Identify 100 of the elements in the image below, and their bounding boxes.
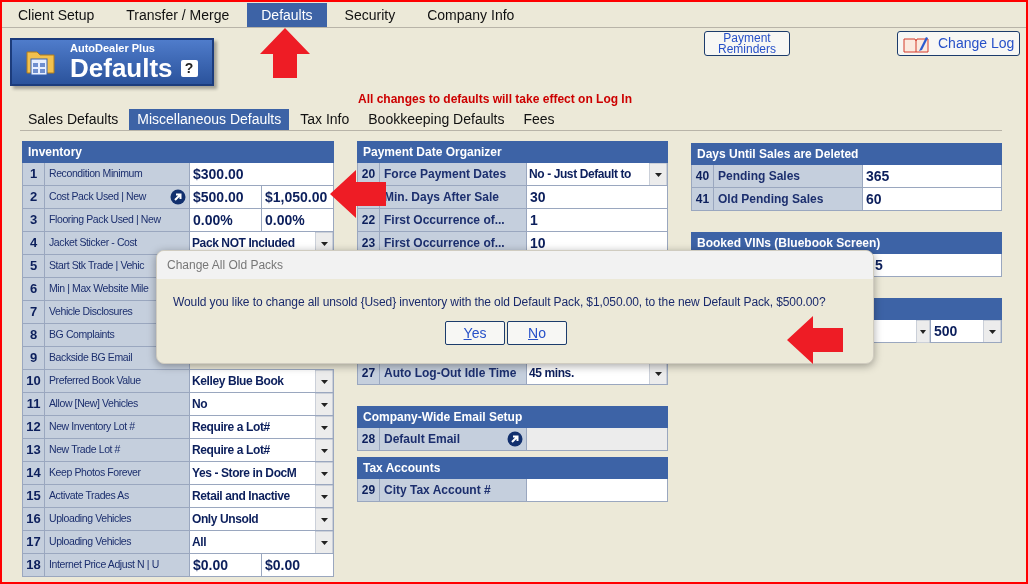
sub-tab[interactable]: Tax Info <box>292 109 358 130</box>
dropdown-field[interactable]: Require a Lot# <box>190 416 334 438</box>
dropdown-field[interactable]: 45 mins. <box>527 362 668 384</box>
row-label: Auto Log-Out Idle Time <box>384 365 517 382</box>
caret-icon <box>315 462 333 484</box>
sub-tab[interactable]: Miscellaneous Defaults <box>129 109 290 130</box>
page-title: Defaults <box>70 55 173 81</box>
row-label: Old Pending Sales <box>718 191 824 208</box>
row-number: 40 <box>691 165 714 187</box>
dropdown-field[interactable]: 500 <box>931 320 1002 342</box>
section-title: Days Until Sales are Deleted <box>697 146 859 163</box>
row-number: 28 <box>357 428 380 450</box>
row-number: 18 <box>22 554 45 576</box>
tab[interactable]: Company Info <box>413 3 529 27</box>
dropdown-field[interactable]: All <box>190 531 334 553</box>
row-number: 8 <box>22 324 45 346</box>
value-field[interactable]: $1,050.00 <box>262 186 334 208</box>
section-title: Payment Date Organizer <box>363 144 502 161</box>
dropdown-field[interactable]: Yes - Store in DocM <box>190 462 334 484</box>
dropdown-field[interactable]: Retail and Inactive <box>190 485 334 507</box>
row-label: Pending Sales <box>718 168 801 185</box>
row-number: 14 <box>22 462 45 484</box>
dropdown-field[interactable]: No - Just Default to <box>527 163 668 185</box>
arrow-icon <box>787 316 843 364</box>
value-field[interactable] <box>527 428 668 450</box>
tab[interactable]: Transfer / Merge <box>112 3 244 27</box>
row-number: 4 <box>22 232 45 254</box>
row-label: Start Stk Trade | Vehic <box>49 258 145 274</box>
value-field[interactable]: 365 <box>863 165 1002 187</box>
caret-icon <box>315 485 333 507</box>
value-field[interactable]: $0.00 <box>262 554 334 576</box>
dropdown-field[interactable]: No <box>190 393 334 415</box>
row-label: Uploading Vehicles <box>49 534 132 550</box>
row-number: 41 <box>691 188 714 210</box>
caret-icon <box>315 416 333 438</box>
value-field[interactable] <box>527 479 668 501</box>
tab[interactable]: Defaults <box>247 3 327 27</box>
dialog-button[interactable]: No <box>507 321 567 345</box>
row-number: 10 <box>22 370 45 392</box>
dialog-message: Would you like to change all unsold {Used} inventory with the old Default Pack, $1,050.00, to the new Default Pack, $500.00? <box>173 294 827 311</box>
row-number: 17 <box>22 531 45 553</box>
row-number: 2 <box>22 186 45 208</box>
row-label: Min | Max Website Mile <box>49 281 149 297</box>
row-label: City Tax Account # <box>384 482 491 499</box>
row-label: Vehicle Disclosures <box>49 304 133 320</box>
value-field[interactable]: $0.00 <box>190 554 262 576</box>
button-label: Change Log <box>938 34 1015 53</box>
caret-icon <box>649 163 667 185</box>
row-label: Keep Photos Forever <box>49 465 141 481</box>
value-field[interactable]: 1 <box>527 209 668 231</box>
caret-icon <box>916 320 930 343</box>
row-label: Flooring Pack Used | New <box>49 212 161 228</box>
sub-tab[interactable]: Fees <box>515 109 563 130</box>
section-title: Booked VINs (Bluebook Screen) <box>697 235 881 252</box>
row-label: Recondition Minimum <box>49 166 143 182</box>
sub-tab[interactable]: Bookkeeping Defaults <box>360 109 513 130</box>
dialog-title: Change All Old Packs <box>167 257 284 274</box>
caret-icon <box>649 362 667 384</box>
value-field[interactable]: 0.00% <box>262 209 334 231</box>
dropdown-field[interactable]: Require a Lot# <box>190 439 334 461</box>
row-number: 9 <box>22 347 45 369</box>
row-number: 27 <box>357 362 380 384</box>
section-title: Inventory <box>28 144 82 161</box>
row-number: 11 <box>22 393 45 415</box>
tab[interactable]: Client Setup <box>4 3 109 27</box>
payment-reminders-button[interactable]: Payment Reminders <box>704 31 790 56</box>
row-number: 1 <box>22 163 45 185</box>
change-log-button[interactable]: Change Log <box>897 31 1020 56</box>
row-label: Force Payment Dates <box>384 166 507 183</box>
row-label: BG Complaints <box>49 327 115 343</box>
notice-text: All changes to defaults will take effect on Log In <box>358 91 634 108</box>
caret-icon <box>315 508 333 530</box>
sub-tab[interactable]: Sales Defaults <box>20 109 127 130</box>
dropdown-field[interactable]: Kelley Blue Book <box>190 370 334 392</box>
row-number: 22 <box>357 209 380 231</box>
row-label: Backside BG Email <box>49 350 133 366</box>
row-label: First Occurrence of... <box>384 235 505 252</box>
row-label: Allow [New] Vehicles <box>49 396 138 412</box>
row-label: Preferred Book Value <box>49 373 141 389</box>
row-number: 3 <box>22 209 45 231</box>
row-label: Activate Trades As <box>49 488 129 504</box>
row-label: First Occurrence of... <box>384 212 505 229</box>
dropdown-field[interactable]: Only Unsold <box>190 508 334 530</box>
row-label: Cost Pack Used | New <box>49 189 146 205</box>
row-number: 13 <box>22 439 45 461</box>
row-number: 12 <box>22 416 45 438</box>
value-field[interactable]: 30 <box>527 186 668 208</box>
value-field[interactable]: $300.00 <box>190 163 334 185</box>
tab[interactable]: Security <box>330 3 410 27</box>
dialog-button[interactable]: Yes <box>445 321 505 345</box>
value-field[interactable]: $500.00 <box>190 186 262 208</box>
row-number: 20 <box>357 163 380 185</box>
section-title: Company-Wide Email Setup <box>363 409 523 426</box>
value-field[interactable]: 60 <box>863 188 1002 210</box>
row-label: New Trade Lot # <box>49 442 121 458</box>
help-button[interactable]: ? <box>180 59 198 77</box>
caret-icon <box>315 439 333 461</box>
row-label: Internet Price Adjust N | U <box>49 557 159 573</box>
row-number: 6 <box>22 278 45 300</box>
value-field[interactable]: 0.00% <box>190 209 262 231</box>
